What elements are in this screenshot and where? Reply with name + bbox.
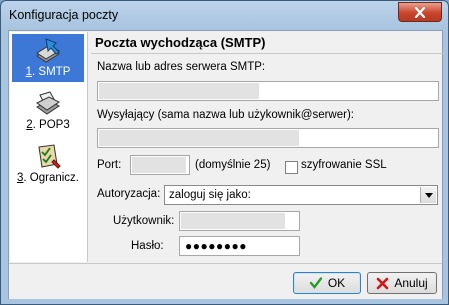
auth-select-value: zaloguj się jako: <box>169 189 251 201</box>
limits-checklist-icon <box>38 144 61 169</box>
cancel-button[interactable]: Anuluj <box>367 272 437 294</box>
sidebar-item-label: . SMTP <box>32 66 71 78</box>
sidebar-item-label: . POP3 <box>32 119 70 131</box>
pop3-receive-icon <box>36 91 60 115</box>
sender-field[interactable] <box>97 128 439 148</box>
port-value-redacted <box>132 157 186 173</box>
cancel-x-icon <box>377 277 389 289</box>
button-bar: OK Anuluj <box>9 263 442 299</box>
password-field[interactable]: ●●●●●●●● <box>179 236 300 256</box>
chevron-down-icon[interactable] <box>420 187 436 203</box>
auth-label: Autoryzacja: <box>97 188 161 200</box>
user-label: Użytkownik: <box>113 215 175 227</box>
checkmark-icon <box>309 277 323 289</box>
ssl-label: szyfrowanie SSL <box>301 159 387 171</box>
server-field[interactable] <box>97 81 439 101</box>
close-button[interactable] <box>398 2 442 22</box>
ok-label: OK <box>327 276 346 290</box>
close-icon <box>414 6 426 18</box>
panel-title: Poczta wychodząca (SMTP) <box>91 35 443 54</box>
ssl-checkbox[interactable] <box>285 161 298 174</box>
user-field[interactable] <box>179 211 300 231</box>
dialog-body: 1. SMTP 2. POP3 3. Ogranicz. Poczta wych… <box>8 30 443 299</box>
sidebar-item-limits[interactable]: 3. Ogranicz. <box>12 140 84 188</box>
sidebar-item-label: . Ogranicz. <box>23 172 79 184</box>
server-value-redacted <box>99 83 259 99</box>
title-bar[interactable]: Konfiguracja poczty <box>1 1 448 29</box>
sidebar: 1. SMTP 2. POP3 3. Ogranicz. <box>10 32 88 262</box>
server-label: Nazwa lub adres serwera SMTP: <box>97 61 266 73</box>
user-value-redacted <box>181 213 285 229</box>
ok-button[interactable]: OK <box>293 272 361 294</box>
port-default-hint: (domyślnie 25) <box>195 159 271 171</box>
sender-label: Wysyłający (sama nazwa lub użykownik@ser… <box>97 109 354 121</box>
window-title: Konfiguracja poczty <box>9 8 119 22</box>
sidebar-item-smtp[interactable]: 1. SMTP <box>12 34 84 82</box>
smtp-send-icon <box>36 38 60 63</box>
auth-select[interactable]: zaloguj się jako: <box>164 185 438 205</box>
sidebar-item-pop3[interactable]: 2. POP3 <box>12 87 84 135</box>
cancel-label: Anuluj <box>394 276 428 290</box>
port-field[interactable] <box>130 155 190 175</box>
port-label: Port: <box>97 159 122 171</box>
password-value: ●●●●●●●● <box>185 239 247 253</box>
password-label: Hasło: <box>131 240 164 252</box>
configuration-window: Konfiguracja poczty 1. SMTP 2. POP3 3. O… <box>0 0 449 305</box>
sender-value-redacted <box>99 130 299 146</box>
